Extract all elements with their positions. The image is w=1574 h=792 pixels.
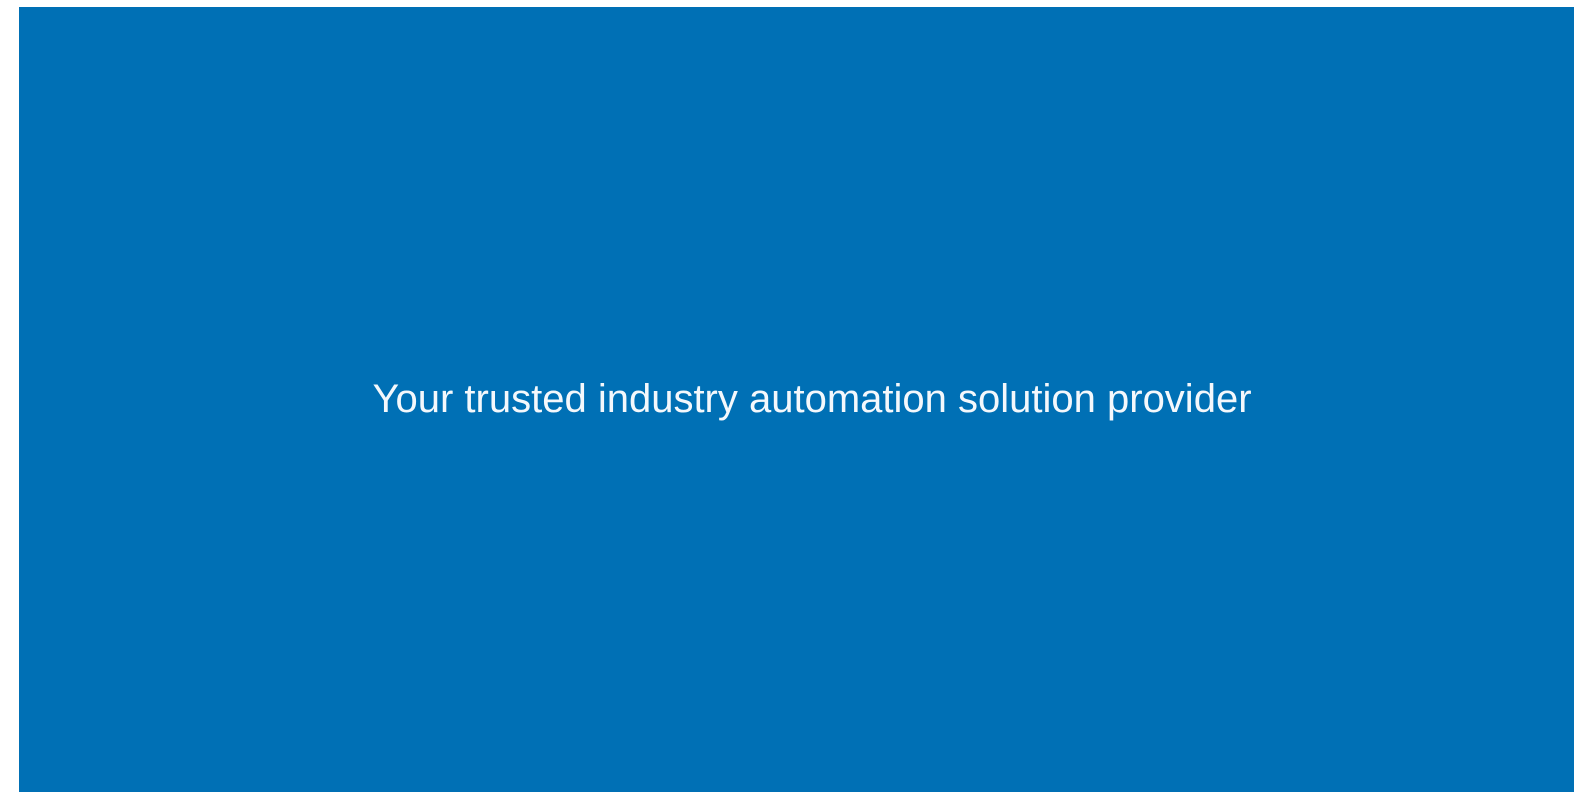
- hero-tagline: Your trusted industry automation solutio…: [372, 377, 1252, 421]
- page: Your trusted industry automation solutio…: [0, 0, 1574, 792]
